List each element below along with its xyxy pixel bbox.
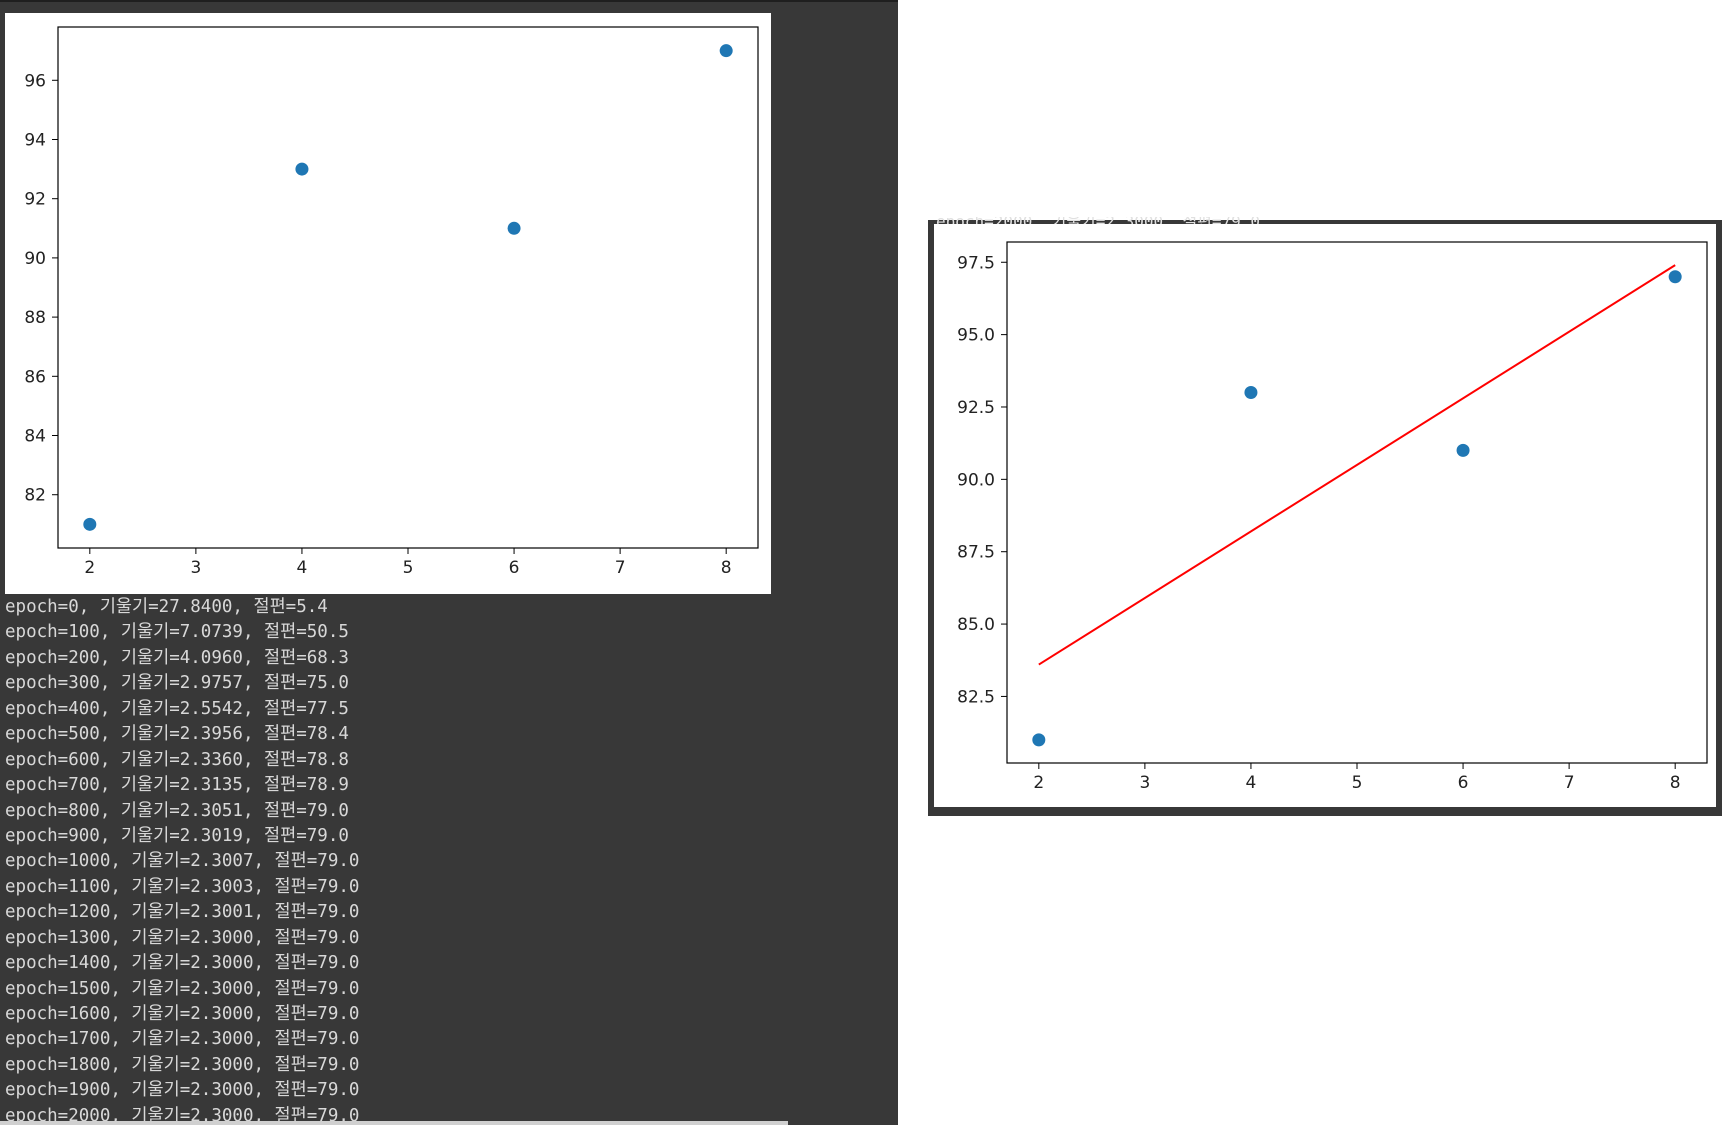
y-tick-label: 87.5 bbox=[957, 543, 995, 563]
data-point bbox=[1032, 733, 1046, 747]
plot-area bbox=[57, 26, 759, 549]
log-line: epoch=0, 기울기=27.8400, 절편=5.4 bbox=[5, 597, 328, 617]
data-point bbox=[1668, 270, 1682, 284]
x-tick-label: 2 bbox=[84, 558, 95, 578]
y-tick-label: 82 bbox=[24, 486, 46, 506]
data-point bbox=[719, 44, 733, 58]
x-tick-label: 8 bbox=[721, 558, 732, 578]
x-tick-label: 6 bbox=[509, 558, 520, 578]
log-line: epoch=200, 기울기=4.0960, 절편=68.3 bbox=[5, 647, 349, 668]
y-tick-label: 96 bbox=[24, 71, 46, 91]
regression-plot-output: 2 3 4 5 6 7 8 82.5 85.0 87.5 90.0 92.5 95.0 97.5 bbox=[934, 224, 1716, 807]
y-tick-label: 82.5 bbox=[957, 687, 995, 707]
log-line: epoch=900, 기울기=2.3019, 절편=79.0 bbox=[5, 825, 349, 846]
log-line: epoch=1600, 기울기=2.3000, 절편=79.0 bbox=[5, 1004, 360, 1024]
log-line: epoch=600, 기울기=2.3360, 절편=78.8 bbox=[5, 749, 349, 770]
log-line: epoch=100, 기울기=7.0739, 절편=50.5 bbox=[5, 622, 349, 643]
y-tick-label: 92 bbox=[24, 190, 46, 210]
log-line: epoch=1200, 기울기=2.3001, 절편=79.0 bbox=[5, 902, 360, 923]
y-tick-label: 86 bbox=[24, 367, 46, 387]
x-tick-label: 4 bbox=[1246, 773, 1257, 793]
x-tick-label: 6 bbox=[1458, 773, 1469, 793]
log-line: epoch=800, 기울기=2.3051, 절편=79.0 bbox=[5, 800, 349, 821]
log-line: epoch=1500, 기울기=2.3000, 절편=79.0 bbox=[5, 978, 360, 999]
regression-plot: 2 3 4 5 6 7 8 82.5 85.0 87.5 90.0 92.5 95.0 97.5 bbox=[957, 241, 1708, 793]
log-line: epoch=1900, 기울기=2.3000, 절편=79.0 bbox=[5, 1080, 360, 1101]
x-tick-label: 4 bbox=[297, 558, 308, 578]
x-tick-label: 3 bbox=[1139, 773, 1150, 793]
data-point bbox=[295, 162, 309, 176]
y-tick-label: 88 bbox=[24, 308, 46, 328]
x-tick-label: 7 bbox=[615, 558, 626, 578]
y-tick-label: 90.0 bbox=[957, 470, 995, 490]
data-point bbox=[1244, 386, 1258, 400]
plot-area bbox=[1006, 241, 1708, 764]
panel-top-border bbox=[0, 0, 898, 2]
log-line: epoch=1800, 기울기=2.3000, 절편=79.0 bbox=[5, 1054, 360, 1075]
x-tick-label: 3 bbox=[190, 558, 201, 578]
y-tick-label: 92.5 bbox=[957, 398, 995, 418]
data-point bbox=[507, 221, 521, 235]
y-tick-label: 94 bbox=[24, 130, 46, 150]
output-panel: 2 3 4 5 6 7 8 82 84 86 88 90 92 94 96 epoch=0, 기울기=27.… bbox=[0, 0, 898, 1126]
log-line: epoch=300, 기울기=2.9757, 절편=75.0 bbox=[5, 673, 349, 694]
log-line: epoch=1100, 기울기=2.3003, 절편=79.0 bbox=[5, 876, 360, 897]
horizontal-scrollbar[interactable] bbox=[0, 1121, 788, 1125]
x-tick-label: 2 bbox=[1033, 773, 1044, 793]
log-line: epoch=700, 기울기=2.3135, 절편=78.9 bbox=[5, 775, 349, 796]
scatter-plot-output: 2 3 4 5 6 7 8 82 84 86 88 90 92 94 96 bbox=[5, 13, 771, 594]
x-tick-label: 7 bbox=[1564, 773, 1575, 793]
x-tick-label: 5 bbox=[1352, 773, 1363, 793]
log-line: epoch=2000, 기울기=2.3000, 절편=79.0 bbox=[5, 1105, 360, 1126]
regression-line bbox=[1038, 264, 1676, 666]
x-tick-label: 5 bbox=[403, 558, 414, 578]
log-line: epoch=1000, 기울기=2.3007, 절편=79.0 bbox=[5, 851, 360, 872]
log-line: epoch=1300, 기울기=2.3000, 절편=79.0 bbox=[5, 927, 360, 948]
y-tick-label: 85.0 bbox=[957, 615, 995, 635]
y-tick-label: 84 bbox=[24, 427, 46, 447]
y-tick-label: 97.5 bbox=[957, 253, 995, 273]
data-point bbox=[83, 517, 97, 531]
x-tick-label: 8 bbox=[1670, 773, 1681, 793]
training-log: epoch=0, 기울기=27.8400, 절편=5.4 epoch=100, 기… bbox=[5, 595, 885, 1129]
y-tick-label: 95.0 bbox=[957, 326, 995, 346]
log-line: epoch=500, 기울기=2.3956, 절편=78.4 bbox=[5, 724, 349, 745]
scatter-plot: 2 3 4 5 6 7 8 82 84 86 88 90 92 94 96 bbox=[24, 26, 759, 578]
log-line: epoch=1700, 기울기=2.3000, 절편=79.0 bbox=[5, 1029, 360, 1050]
log-line: epoch=400, 기울기=2.5542, 절편=77.5 bbox=[5, 698, 349, 719]
y-tick-label: 90 bbox=[24, 249, 46, 269]
data-point bbox=[1456, 443, 1470, 457]
log-line: epoch=1400, 기울기=2.3000, 절편=79.0 bbox=[5, 953, 360, 974]
